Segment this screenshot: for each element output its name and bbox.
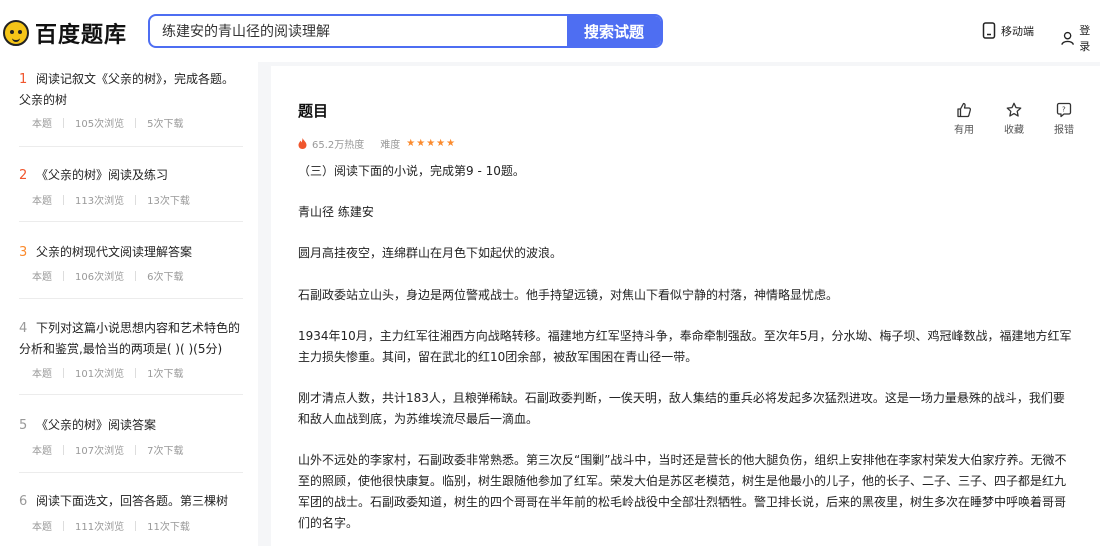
list-item-title[interactable]: 1 阅读记叙文《父亲的树》，完成各题。父亲的树 — [19, 69, 244, 111]
useful-button[interactable]: 有用 — [949, 102, 979, 136]
svg-text:?: ? — [1062, 106, 1066, 114]
item-views: 111次浏览 — [75, 522, 125, 533]
list-item-title[interactable]: 3 父亲的树现代文阅读理解答案 — [19, 242, 244, 263]
list-item-title[interactable]: 2 《父亲的树》阅读及练习 — [19, 165, 244, 186]
item-downloads: 13次下载 — [147, 196, 190, 207]
list-item-number: 2 — [19, 168, 28, 183]
heat-value: 65.2万热度 — [312, 140, 365, 151]
user-icon — [1061, 31, 1074, 45]
list-item-meta: 本题 101次浏览 1次下载 — [32, 365, 183, 380]
story-paragraph: 石副政委站立山头，身边是两位警戒战士。他手持望远镜，对焦山下看似宁静的村落，神情… — [298, 288, 839, 302]
page-title: 题目 — [298, 102, 329, 120]
item-type: 本题 — [32, 119, 52, 130]
story-paragraph: 圆月高挂夜空，连绵群山在月色下如起伏的波浪。 — [298, 246, 563, 260]
list-item-meta: 本题 106次浏览 6次下载 — [32, 268, 183, 283]
difficulty-label: 难度 — [380, 140, 401, 151]
list-item-title[interactable]: 6 阅读下面选文，回答各题。第三棵树 — [19, 491, 244, 512]
list-item-title[interactable]: 4 下列对这篇小说思想内容和艺术特色的分析和鉴赏,最恰当的两项是( )( )(5分… — [19, 318, 244, 360]
phone-icon — [982, 22, 996, 39]
question-text: （三）阅读下面的小说，完成第9 - 10题。 — [298, 164, 525, 178]
star-icon: ★ — [446, 138, 457, 149]
difficulty-stars: ★★★★★ — [406, 138, 456, 149]
star-outline-icon — [1006, 102, 1022, 117]
collect-label: 收藏 — [1004, 125, 1024, 136]
logo-icon — [3, 20, 29, 46]
question-panel: 题目 65.2万热度 难度 ★★★★★ 有用 收藏 ? 报错 （三）阅读下面的小… — [271, 66, 1100, 546]
report-icon: ? — [1056, 102, 1072, 118]
question-meta: 65.2万热度 难度 ★★★★★ — [298, 136, 456, 151]
list-item-number: 1 — [19, 72, 28, 87]
item-type: 本题 — [32, 196, 52, 207]
list-item-title[interactable]: 5 《父亲的树》阅读答案 — [19, 415, 244, 436]
list-item-meta: 本题 105次浏览 5次下载 — [32, 115, 183, 130]
item-downloads: 6次下载 — [147, 272, 184, 283]
divider — [19, 298, 243, 299]
star-icon: ★ — [406, 138, 417, 149]
thumbs-up-icon — [957, 102, 972, 118]
item-type: 本题 — [32, 446, 52, 457]
story-title: 青山径 练建安 — [298, 205, 374, 219]
mobile-label: 移动端 — [1001, 24, 1034, 38]
list-item-text: 阅读下面选文，回答各题。第三棵树 — [36, 494, 229, 508]
item-downloads: 7次下载 — [147, 446, 184, 457]
divider — [19, 221, 243, 222]
search-box: 搜索试题 — [148, 14, 663, 48]
search-button[interactable]: 搜索试题 — [567, 16, 661, 46]
list-item-number: 5 — [19, 418, 28, 433]
star-icon: ★ — [426, 138, 437, 149]
collect-button[interactable]: 收藏 — [999, 102, 1029, 136]
list-item-text: 《父亲的树》阅读及练习 — [36, 168, 169, 182]
list-item-text: 下列对这篇小说思想内容和艺术特色的分析和鉴赏,最恰当的两项是( )( )(5分) — [19, 321, 241, 356]
login-link[interactable]: 登录 — [1061, 22, 1100, 54]
divider — [19, 146, 243, 147]
related-list: 1 阅读记叙文《父亲的树》，完成各题。父亲的树 本题 105次浏览 5次下载 2 《… — [0, 62, 258, 546]
report-label: 报错 — [1054, 125, 1074, 136]
list-item-meta: 本题 107次浏览 7次下载 — [32, 442, 183, 457]
logo-text: 百度题库 — [35, 23, 128, 48]
list-item-text: 父亲的树现代文阅读理解答案 — [36, 245, 193, 259]
report-button[interactable]: ? 报错 — [1049, 102, 1079, 136]
login-label: 登录 — [1079, 24, 1091, 53]
item-views: 113次浏览 — [75, 196, 125, 207]
star-icon: ★ — [416, 138, 427, 149]
story-paragraph: 1934年10月，主力红军往湘西方向战略转移。福建地方红军坚持斗争，奉命牵制强敌… — [298, 329, 1072, 364]
item-downloads: 11次下载 — [147, 522, 190, 533]
mobile-link[interactable]: 移动端 — [982, 22, 1034, 39]
useful-label: 有用 — [954, 125, 974, 136]
list-item-number: 3 — [19, 245, 28, 260]
list-item-number: 4 — [19, 321, 28, 336]
story-paragraph: 山外不远处的李家村，石副政委非常熟悉。第三次反“围剿”战斗中，当时还是营长的他大… — [298, 453, 1067, 530]
item-views: 101次浏览 — [75, 369, 125, 380]
flame-icon — [298, 138, 307, 149]
list-item-text: 阅读记叙文《父亲的树》，完成各题。父亲的树 — [19, 72, 235, 107]
item-type: 本题 — [32, 522, 52, 533]
list-item-number: 6 — [19, 494, 28, 509]
item-type: 本题 — [32, 272, 52, 283]
list-item-meta: 本题 111次浏览 11次下载 — [32, 518, 190, 533]
item-downloads: 1次下载 — [147, 369, 184, 380]
item-downloads: 5次下载 — [147, 119, 184, 130]
divider — [19, 394, 243, 395]
item-type: 本题 — [32, 369, 52, 380]
logo[interactable]: 百度题库 — [3, 17, 127, 49]
search-input[interactable] — [150, 16, 570, 46]
story-paragraph: 刚才清点人数，共计183人，且粮弹稀缺。石副政委判断，一俟天明，敌人集结的重兵必… — [298, 391, 1065, 426]
star-icon: ★ — [436, 138, 447, 149]
item-views: 105次浏览 — [75, 119, 125, 130]
list-item-meta: 本题 113次浏览 13次下载 — [32, 192, 190, 207]
header: 百度题库 搜索试题 移动端 登录 — [0, 0, 1100, 62]
divider — [19, 472, 243, 473]
item-views: 106次浏览 — [75, 272, 125, 283]
list-item-text: 《父亲的树》阅读答案 — [36, 418, 157, 432]
item-views: 107次浏览 — [75, 446, 125, 457]
